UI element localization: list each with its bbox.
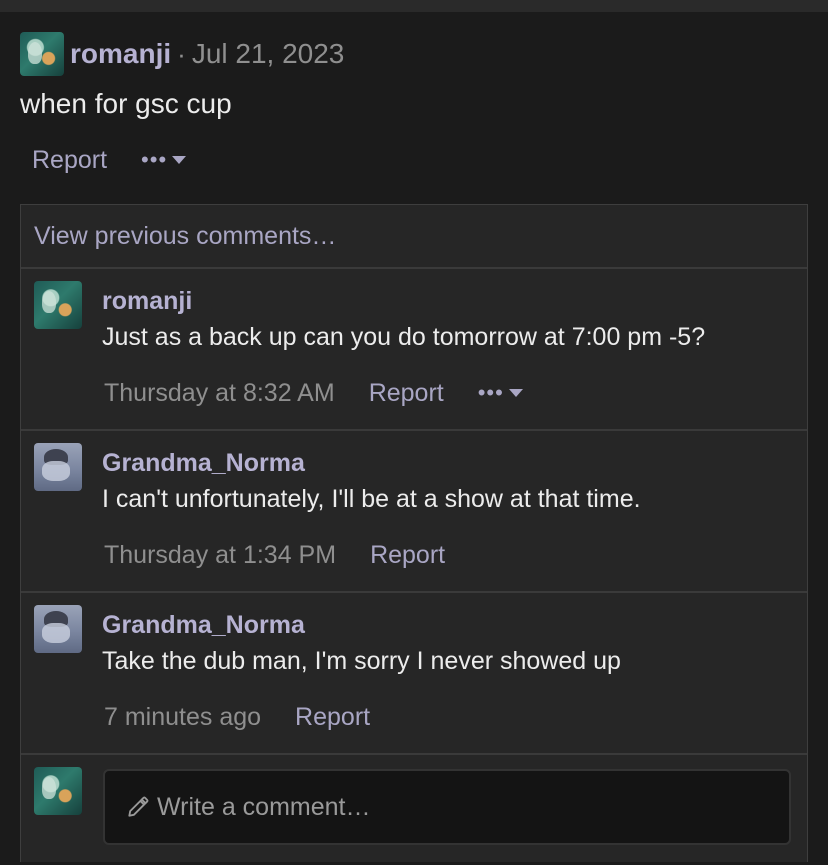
comment-author[interactable]: Grandma_Norma (102, 611, 305, 640)
report-button[interactable]: Report (370, 541, 445, 570)
profile-post: romanji · Jul 21, 2023 when for gsc cup … (20, 32, 808, 178)
comment-timestamp[interactable]: Thursday at 1:34 PM (104, 541, 336, 570)
comment-meta: Thursday at 8:32 AM Report ••• (104, 377, 523, 409)
comment-text: Just as a back up can you do tomorrow at… (102, 323, 706, 351)
ellipsis-icon: ••• (141, 147, 168, 172)
post-header: romanji · Jul 21, 2023 (20, 32, 808, 76)
comment-author[interactable]: Grandma_Norma (102, 449, 305, 478)
comment-meta: Thursday at 1:34 PM Report (104, 539, 445, 571)
more-options-button[interactable]: ••• (478, 382, 523, 404)
post-body: when for gsc cup (20, 88, 232, 119)
report-button[interactable]: Report (295, 703, 370, 732)
view-previous-comments-link[interactable]: View previous comments… (34, 222, 336, 251)
comment-item: romanji Just as a back up can you do tom… (21, 269, 807, 431)
avatar[interactable] (34, 443, 82, 491)
comment-item: Grandma_Norma I can't unfortunately, I'l… (21, 431, 807, 593)
post-date[interactable]: Jul 21, 2023 (192, 38, 345, 70)
post-author[interactable]: romanji (70, 38, 171, 70)
chevron-down-icon (508, 389, 523, 397)
write-comment-input[interactable]: Write a comment… (103, 769, 791, 845)
avatar[interactable] (34, 605, 82, 653)
avatar[interactable] (34, 281, 82, 329)
reply-placeholder: Write a comment… (157, 792, 371, 821)
comment-item: Grandma_Norma Take the dub man, I'm sorr… (21, 593, 807, 755)
comment-text: I can't unfortunately, I'll be at a show… (102, 485, 641, 513)
report-button[interactable]: Report (32, 146, 107, 175)
pencil-icon (128, 796, 149, 817)
avatar[interactable] (20, 32, 64, 76)
comment-meta: 7 minutes ago Report (104, 701, 370, 733)
ellipsis-icon: ••• (477, 380, 504, 405)
reply-row: Write a comment… (21, 755, 807, 865)
separator-dot: · (177, 38, 186, 69)
top-bar (0, 0, 828, 12)
comment-author[interactable]: romanji (102, 287, 192, 316)
avatar (34, 767, 82, 815)
view-previous-row: View previous comments… (21, 205, 807, 269)
chevron-down-icon (172, 156, 187, 164)
comments-panel: View previous comments… romanji Just as … (20, 204, 808, 862)
comment-timestamp[interactable]: Thursday at 8:32 AM (104, 379, 335, 408)
post-actions: Report ••• (20, 142, 808, 178)
comment-timestamp[interactable]: 7 minutes ago (104, 703, 261, 732)
report-button[interactable]: Report (369, 379, 444, 408)
comment-text: Take the dub man, I'm sorry I never show… (102, 647, 621, 675)
more-options-button[interactable]: ••• (141, 147, 187, 172)
